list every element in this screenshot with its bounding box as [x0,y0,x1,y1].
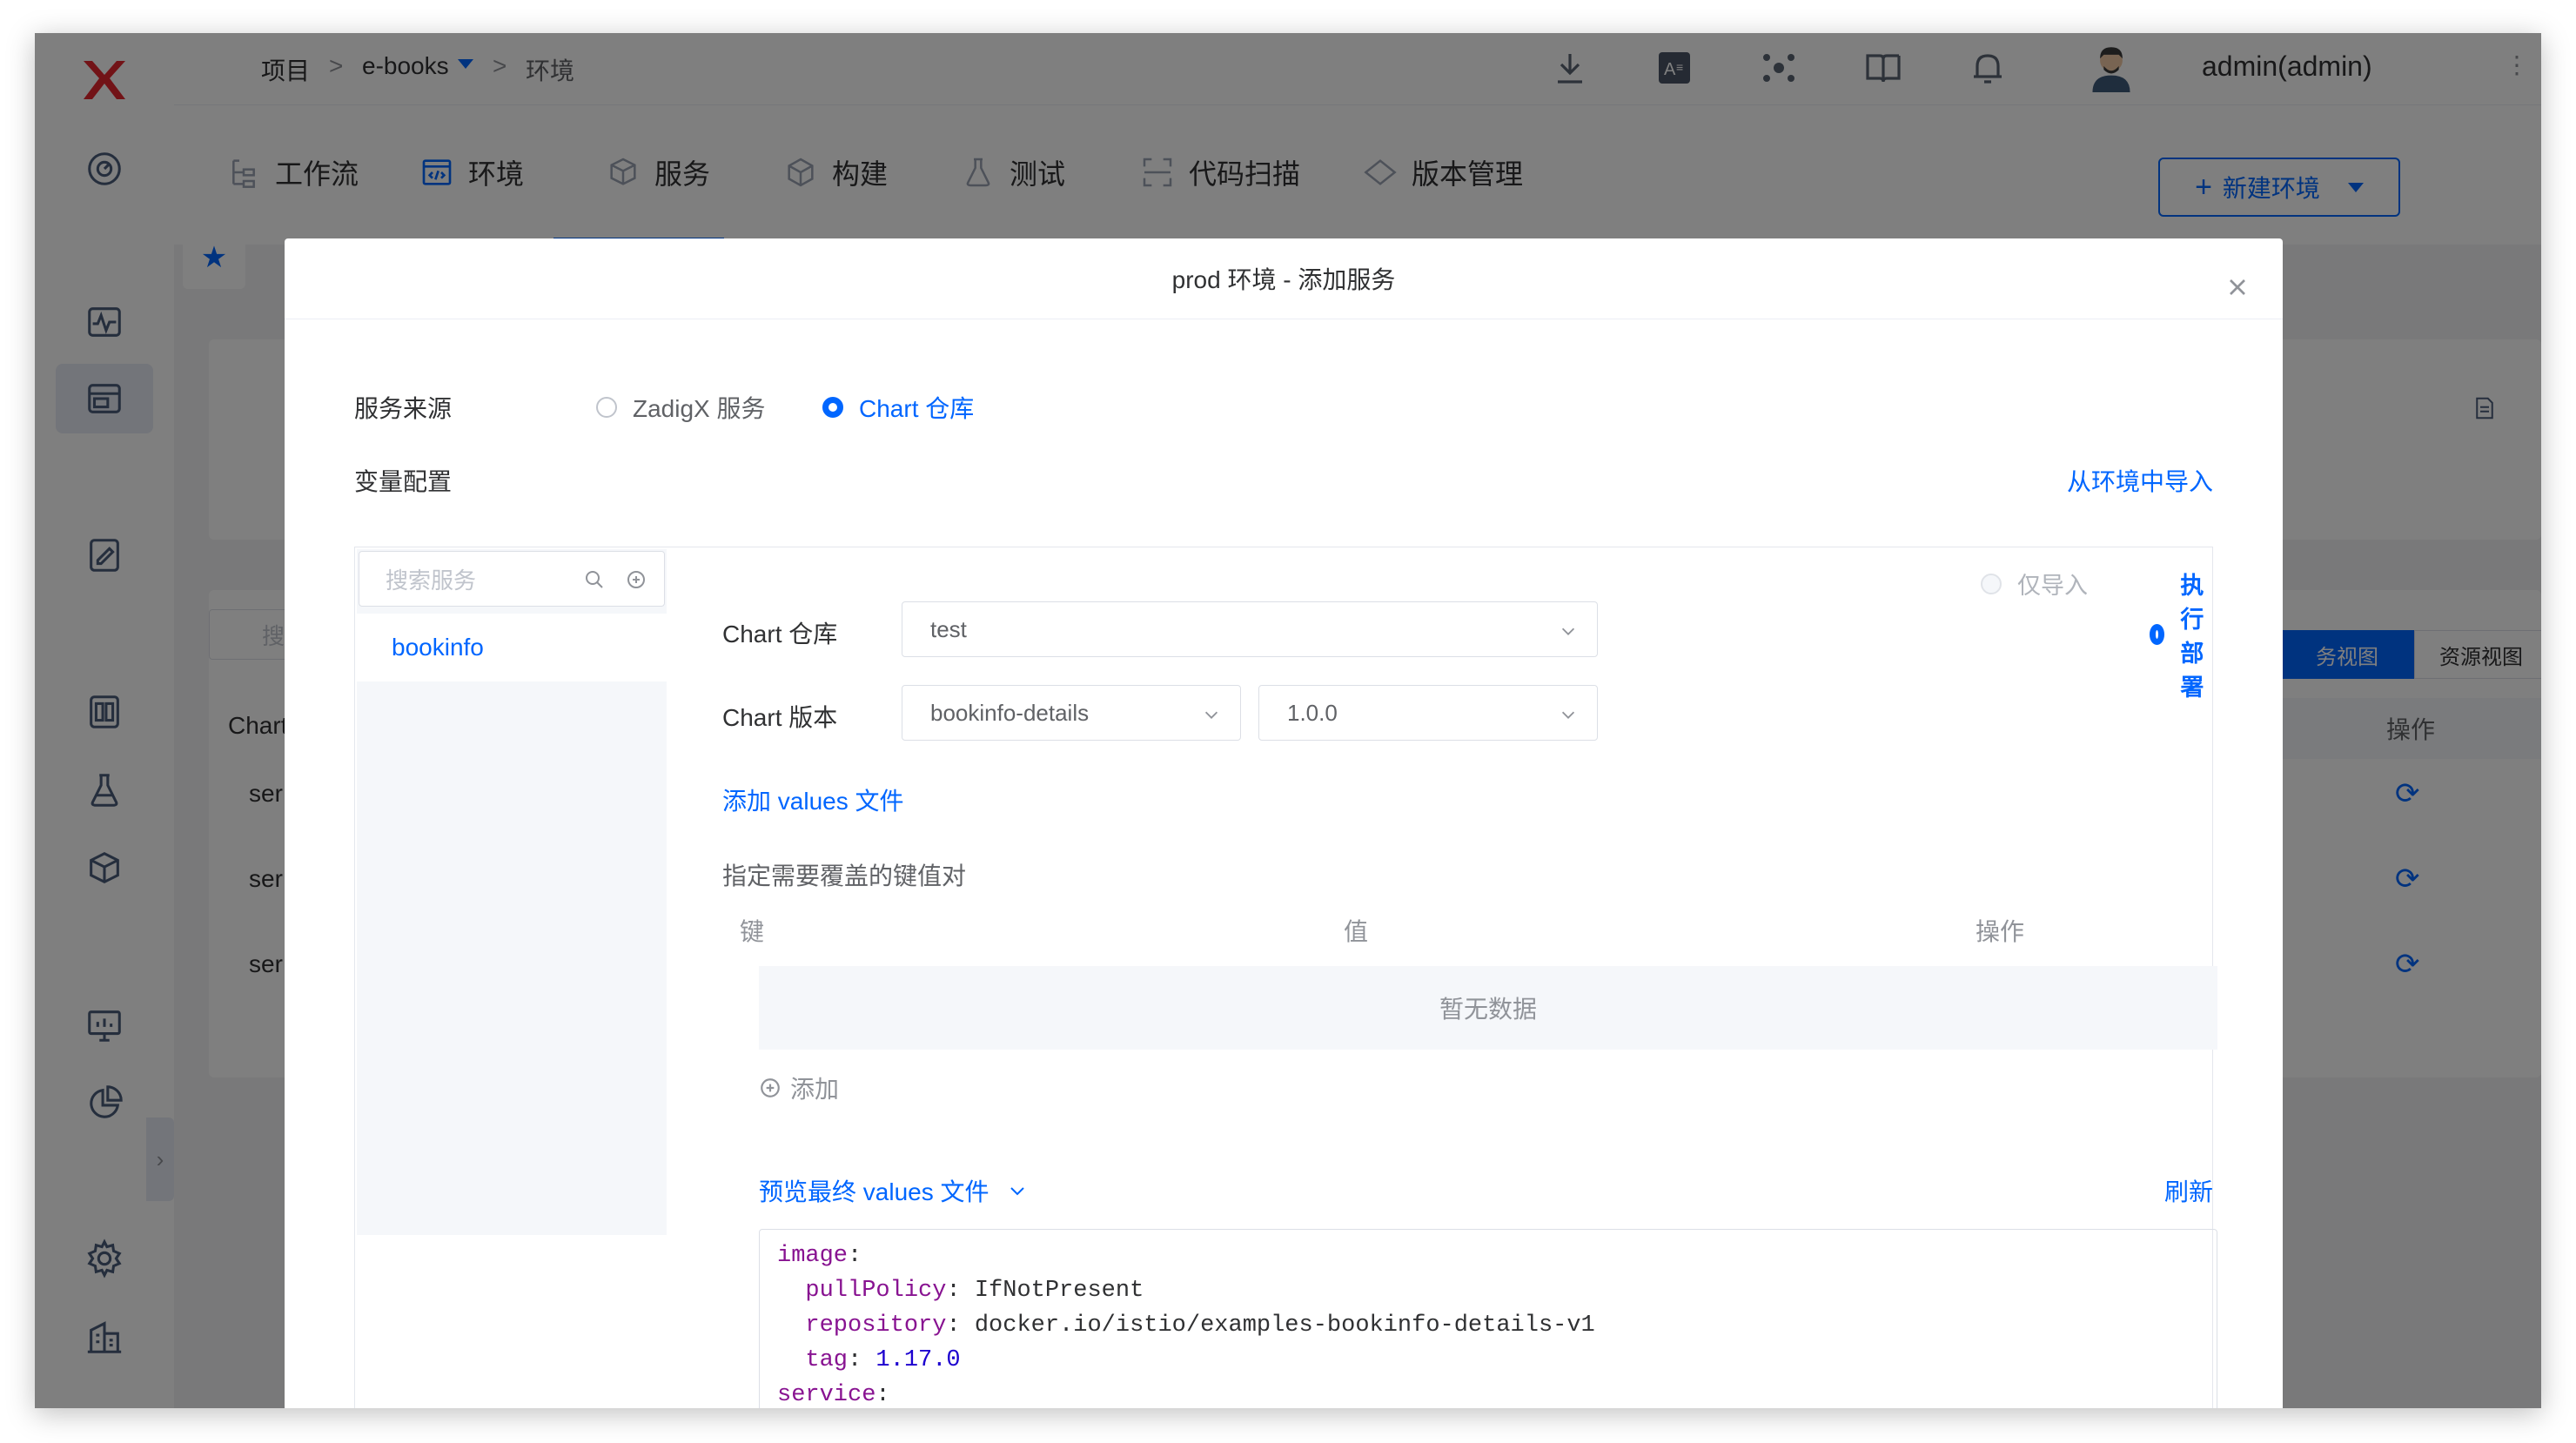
add-service-dialog: prod 环境 - 添加服务 服务来源 ZadigX 服务 Chart 仓库 变… [285,238,2283,1408]
chart-name-select[interactable]: bookinfo-details [902,685,1241,741]
chevron-down-icon [1561,628,1575,635]
yaml-key: repository [805,1312,947,1339]
chart-version-label: Chart 版本 [722,704,838,731]
radio-label: ZadigX 服务 [633,395,766,422]
refresh-link[interactable]: 刷新 [2164,1173,2213,1208]
yaml-value: 1.17.0 [875,1347,961,1373]
preview-values-label: 预览最终 values 文件 [759,1178,989,1205]
radio-label: Chart 仓库 [859,395,975,422]
chart-version-value: 1.0.0 [1287,699,1338,726]
mode-radio-import-only: 仅导入 [1981,567,2088,601]
table-header-key: 键 [740,918,765,945]
chevron-down-icon [1561,711,1575,719]
radio-label: 执行部署 [2180,573,2204,701]
values-yaml-editor[interactable]: image: pullPolicy: IfNotPresent reposito… [759,1229,2217,1408]
radio-circle [822,397,843,418]
yaml-value: IfNotPresent [974,1278,1144,1304]
chevron-down-icon [1010,1187,1024,1196]
mode-radio-deploy[interactable]: 执行部署 [2150,567,2212,702]
chart-repo-select[interactable]: test [902,601,1598,657]
app-window: 项目 > e-books > 环境 A≡ admin(admin) ⋮ 工作流 … [35,33,2541,1408]
chart-version-select[interactable]: 1.0.0 [1258,685,1598,741]
yaml-key: tag [805,1347,849,1373]
source-radio-zadigx[interactable]: ZadigX 服务 [596,390,766,425]
add-circle-icon[interactable] [626,569,647,590]
preview-values-toggle[interactable]: 预览最终 values 文件 [759,1173,1028,1208]
table-header-operation: 操作 [1976,918,2025,945]
radio-circle [2150,624,2165,645]
yaml-value: docker.io/istio/examples-bookinfo-detail… [974,1312,1595,1339]
radio-circle [1981,573,2002,594]
add-kv-label: 添加 [790,1076,840,1103]
chevron-down-icon [1204,711,1218,719]
search-placeholder: 搜索服务 [386,567,477,594]
chart-name-value: bookinfo-details [930,699,1090,726]
dialog-title: prod 环境 - 添加服务 [285,238,2283,319]
add-circle-icon [761,1078,780,1097]
radio-label: 仅导入 [2017,573,2088,599]
var-config-label: 变量配置 [354,468,453,495]
source-radio-chart[interactable]: Chart 仓库 [822,390,974,425]
service-list-item[interactable]: bookinfo [357,614,667,681]
add-kv-button[interactable]: 添加 [759,1071,839,1105]
empty-table-text: 暂无数据 [759,966,2217,1050]
override-kv-label: 指定需要覆盖的键值对 [722,862,967,889]
close-icon[interactable] [2224,273,2251,301]
chart-repo-value: test [930,615,967,642]
import-from-env-link[interactable]: 从环境中导入 [2067,463,2213,498]
yaml-key: service [777,1382,876,1408]
table-header-value: 值 [1344,918,1369,945]
yaml-key: image [777,1243,849,1269]
search-service-input[interactable]: 搜索服务 [359,551,665,607]
service-source-label: 服务来源 [354,395,453,422]
yaml-key: pullPolicy [805,1278,947,1304]
add-values-file-link[interactable]: 添加 values 文件 [722,782,904,817]
chart-repo-label: Chart 仓库 [722,621,838,648]
search-icon[interactable] [584,569,605,590]
radio-circle [596,397,617,418]
